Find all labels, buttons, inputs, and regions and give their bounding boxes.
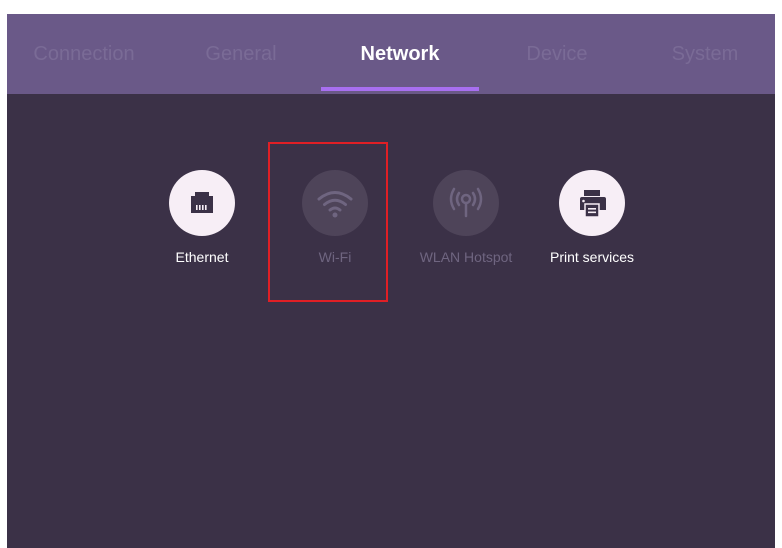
print-services-label: Print services [549, 249, 635, 265]
tab-bar: Connection General Network Device System [7, 14, 775, 94]
active-tab-indicator [321, 87, 479, 91]
tab-device[interactable]: Device [479, 14, 635, 94]
tab-connection[interactable]: Connection [7, 14, 161, 94]
wifi-highlight-box [268, 142, 388, 302]
wlan-hotspot-option[interactable]: WLAN Hotspot [420, 170, 512, 266]
tab-network[interactable]: Network [321, 14, 479, 94]
tab-general[interactable]: General [161, 14, 321, 94]
tab-system[interactable]: System [635, 14, 775, 94]
settings-screen: Connection General Network Device System… [7, 14, 775, 548]
ethernet-label: Ethernet [175, 249, 229, 265]
ethernet-icon [169, 170, 235, 236]
print-services-option[interactable]: Print services [547, 170, 637, 266]
printer-icon [559, 170, 625, 236]
ethernet-option[interactable]: Ethernet [157, 170, 247, 266]
hotspot-icon [433, 170, 499, 236]
wlan-hotspot-label: WLAN Hotspot [419, 249, 513, 265]
